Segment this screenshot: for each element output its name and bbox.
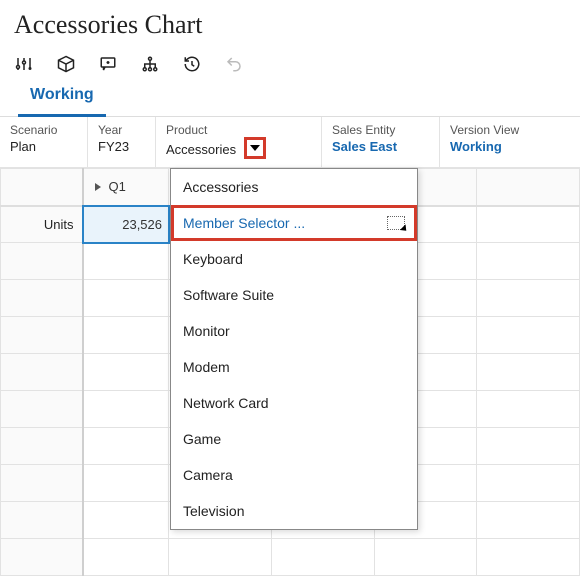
- grid-row-header-empty: [1, 502, 83, 539]
- pov-scenario-label: Scenario: [10, 123, 77, 137]
- pov-version-value: Working: [450, 139, 570, 154]
- menu-item-label: Monitor: [183, 323, 230, 339]
- grid-col-header-empty: [477, 169, 580, 206]
- menu-item-label: Television: [183, 503, 244, 519]
- chevron-down-icon: [249, 143, 261, 153]
- grid-col-header-label: Q1: [109, 179, 126, 194]
- menu-item-label: Modem: [183, 359, 230, 375]
- grid-row-header-empty: [1, 465, 83, 502]
- grid-cell[interactable]: [83, 280, 169, 317]
- grid-row-header-empty: [1, 539, 83, 576]
- grid-cell[interactable]: [83, 428, 169, 465]
- cube-icon[interactable]: [56, 54, 76, 74]
- undo-icon: [224, 54, 244, 74]
- grid-cell[interactable]: [477, 502, 580, 539]
- grid-cell[interactable]: [83, 391, 169, 428]
- pov-entity-value: Sales East: [332, 139, 429, 154]
- pov-product-value: Accessories: [166, 142, 236, 157]
- grid-cell[interactable]: [169, 539, 272, 576]
- grid-cell[interactable]: [477, 465, 580, 502]
- grid-cell[interactable]: [477, 206, 580, 243]
- menu-item-camera[interactable]: Camera: [171, 457, 417, 493]
- expand-icon[interactable]: [93, 182, 103, 192]
- grid-cell[interactable]: [477, 391, 580, 428]
- pov-entity-label: Sales Entity: [332, 123, 429, 137]
- grid-cell[interactable]: [83, 354, 169, 391]
- grid-row-header-empty: [1, 391, 83, 428]
- pov-year-label: Year: [98, 123, 145, 137]
- pov-year-value: FY23: [98, 139, 145, 154]
- member-selector-icon: [387, 216, 405, 230]
- menu-item-monitor[interactable]: Monitor: [171, 313, 417, 349]
- menu-item-accessories[interactable]: Accessories: [171, 169, 417, 205]
- menu-item-game[interactable]: Game: [171, 421, 417, 457]
- pov-product-label: Product: [166, 123, 311, 137]
- grid-cell[interactable]: [477, 539, 580, 576]
- grid-cell[interactable]: [374, 539, 477, 576]
- menu-item-television[interactable]: Television: [171, 493, 417, 529]
- grid-row-header-empty: [1, 243, 83, 280]
- pov-bar: Scenario Plan Year FY23 Product Accessor…: [0, 117, 580, 168]
- page-title: Accessories Chart: [0, 0, 580, 44]
- product-dropdown-menu: Accessories Member Selector ... Keyboard…: [170, 168, 418, 530]
- tab-working[interactable]: Working: [18, 78, 106, 117]
- hierarchy-icon[interactable]: [140, 54, 160, 74]
- menu-item-modem[interactable]: Modem: [171, 349, 417, 385]
- sliders-icon[interactable]: [14, 54, 34, 74]
- menu-item-label: Accessories: [183, 179, 258, 195]
- menu-item-network-card[interactable]: Network Card: [171, 385, 417, 421]
- pov-scenario[interactable]: Scenario Plan: [0, 117, 88, 167]
- menu-item-label: Game: [183, 431, 221, 447]
- menu-item-label: Network Card: [183, 395, 269, 411]
- menu-item-software-suite[interactable]: Software Suite: [171, 277, 417, 313]
- menu-item-label: Software Suite: [183, 287, 274, 303]
- tab-strip: Working: [0, 78, 580, 117]
- grid-row-header[interactable]: Units: [1, 206, 83, 243]
- menu-item-label: Member Selector ...: [183, 215, 305, 231]
- toolbar: [0, 44, 580, 78]
- grid-row-header-empty: [1, 428, 83, 465]
- comment-icon[interactable]: [98, 54, 118, 74]
- menu-item-keyboard[interactable]: Keyboard: [171, 241, 417, 277]
- history-icon[interactable]: [182, 54, 202, 74]
- grid-cell[interactable]: [271, 539, 374, 576]
- pov-entity[interactable]: Sales Entity Sales East: [322, 117, 440, 167]
- pov-product[interactable]: Product Accessories: [156, 117, 322, 167]
- menu-item-label: Keyboard: [183, 251, 243, 267]
- grid-cell[interactable]: [83, 243, 169, 280]
- grid-row-header-empty: [1, 354, 83, 391]
- grid-cell[interactable]: [83, 465, 169, 502]
- grid-col-header[interactable]: Q1: [83, 169, 169, 206]
- pov-version-label: Version View: [450, 123, 570, 137]
- grid-row-header-empty: [1, 317, 83, 354]
- grid-cell[interactable]: [477, 280, 580, 317]
- grid-row-header-empty: [1, 280, 83, 317]
- grid-cell[interactable]: [477, 243, 580, 280]
- product-dropdown-button[interactable]: [244, 137, 266, 159]
- pov-year[interactable]: Year FY23: [88, 117, 156, 167]
- menu-item-label: Camera: [183, 467, 233, 483]
- pov-scenario-value: Plan: [10, 139, 77, 154]
- pov-version[interactable]: Version View Working: [440, 117, 580, 167]
- grid-cell-selected[interactable]: 23,526: [83, 206, 169, 243]
- grid-cell[interactable]: [83, 539, 169, 576]
- grid-cell[interactable]: [477, 428, 580, 465]
- grid-cell[interactable]: [477, 354, 580, 391]
- grid-cell[interactable]: [83, 317, 169, 354]
- menu-item-member-selector[interactable]: Member Selector ...: [171, 205, 417, 241]
- grid-cell[interactable]: [83, 502, 169, 539]
- grid-cell[interactable]: [477, 317, 580, 354]
- grid-corner: [1, 169, 83, 206]
